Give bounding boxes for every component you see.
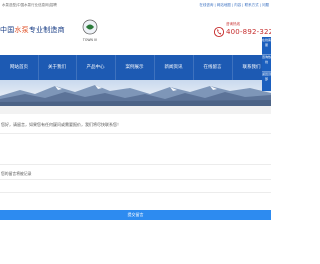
float-tab-service[interactable]: 在线客服 xyxy=(262,38,271,55)
topbar-right-links[interactable]: 在线咨询 | 网站地图 | 内容 | 联系方式 | 问题 xyxy=(199,0,269,10)
divider xyxy=(0,164,271,165)
mountain-landscape xyxy=(0,85,271,106)
submit-button[interactable]: 提交留言 xyxy=(0,210,271,220)
topbar-left-text: 水泵选型|中国水泵行业信息网|招聘 xyxy=(2,3,57,7)
nav-item-message[interactable]: 在线留言 xyxy=(193,55,233,80)
logo-caption: TOWN IV xyxy=(82,38,98,42)
hero-banner xyxy=(0,80,271,106)
divider xyxy=(0,179,271,180)
main-nav: 网站首页 关于我们 产品中心 案例展示 新闻资讯 在线留言 联系我们 xyxy=(0,55,271,80)
brand-pre: 中国 xyxy=(0,26,15,34)
nav-item-products[interactable]: 产品中心 xyxy=(76,55,116,80)
hotline-number[interactable]: 400-892-3223 xyxy=(226,28,271,36)
brand-post: 专业制造商 xyxy=(28,26,65,34)
float-tab-hotline[interactable]: 咨询热线 xyxy=(262,55,271,72)
header: 中国水泵专业制造商 TOWN IV 咨询热线 400-892-3223 xyxy=(0,10,271,55)
float-tab-top[interactable]: 返回顶部 xyxy=(262,72,271,88)
content-subtext: 您的留言将被记录 xyxy=(1,171,32,176)
company-logo-icon[interactable]: TOWN IV xyxy=(80,18,100,44)
content-message: 您好，请留言，如果您有任何疑问或需要报价，我们将尽快联系您！ xyxy=(1,122,121,127)
top-bar: 水泵选型|中国水泵行业信息网|招聘 在线咨询 | 网站地图 | 内容 | 联系方… xyxy=(0,0,271,10)
nav-item-about[interactable]: 关于我们 xyxy=(38,55,77,80)
nav-item-news[interactable]: 新闻资讯 xyxy=(154,55,194,80)
brand-highlight: 水泵 xyxy=(14,26,29,34)
floating-service-panel[interactable]: 在线客服 咨询热线 返回顶部 xyxy=(262,37,271,91)
content-area: 您好，请留言，如果您有任何疑问或需要报价，我们将尽快联系您！ 您的留言将被记录 … xyxy=(0,106,271,264)
phone-icon xyxy=(213,23,225,38)
brand-title: 中国水泵专业制造商 xyxy=(0,25,65,35)
hotline-label: 咨询热线 xyxy=(226,22,240,26)
page: 水泵选型|中国水泵行业信息网|招聘 在线咨询 | 网站地图 | 内容 | 联系方… xyxy=(0,0,271,264)
divider xyxy=(0,192,271,193)
nav-item-cases[interactable]: 案例展示 xyxy=(115,55,155,80)
divider xyxy=(0,133,271,134)
content-strip xyxy=(0,106,271,114)
nav-item-home[interactable]: 网站首页 xyxy=(0,55,39,80)
